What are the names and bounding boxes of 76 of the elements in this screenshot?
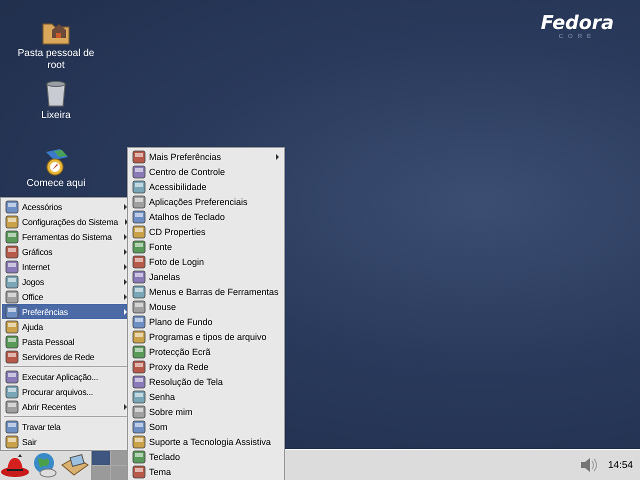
menu-item[interactable]: Tema bbox=[129, 464, 283, 479]
desktop-icon-label[interactable]: Pasta pessoal de root bbox=[8, 48, 104, 72]
menu-item[interactable]: Ajuda bbox=[2, 319, 130, 334]
app-icon bbox=[132, 164, 146, 178]
menu-item[interactable]: Executar Aplicação... bbox=[2, 369, 130, 384]
menu-item[interactable]: Servidores de Rede bbox=[2, 349, 130, 364]
menu-item[interactable]: Proxy da Rede bbox=[129, 359, 283, 374]
menu-item[interactable]: Teclado bbox=[129, 449, 283, 464]
app-icon bbox=[5, 274, 19, 288]
app-icon bbox=[132, 194, 146, 208]
app-icon bbox=[132, 210, 146, 224]
app-icon bbox=[132, 330, 146, 344]
app-icon bbox=[132, 434, 146, 448]
app-icon bbox=[5, 384, 19, 398]
app-icon bbox=[5, 244, 19, 258]
app-icon bbox=[5, 200, 19, 214]
menu-item[interactable]: Plano de Fundo bbox=[129, 314, 283, 329]
app-icon bbox=[132, 300, 146, 314]
app-icon bbox=[132, 240, 146, 254]
menu-item[interactable]: Procurar arquivos... bbox=[2, 384, 130, 399]
menu-item[interactable]: Atalhos de Teclado bbox=[129, 209, 283, 224]
app-icon bbox=[5, 304, 19, 318]
app-icon bbox=[5, 290, 19, 304]
menu-item[interactable]: Aplicações Preferenciais bbox=[129, 194, 283, 209]
app-icon bbox=[132, 150, 146, 164]
app-icon bbox=[5, 420, 19, 434]
menu-item[interactable]: Travar tela bbox=[2, 419, 130, 434]
app-icon bbox=[132, 224, 146, 238]
app-icon bbox=[5, 260, 19, 274]
menu-item[interactable]: Menus e Barras de Ferramentas bbox=[129, 284, 283, 299]
app-icon bbox=[5, 434, 19, 448]
app-icon bbox=[132, 270, 146, 284]
app-icon bbox=[132, 374, 146, 388]
menu-item[interactable]: Sair bbox=[2, 434, 130, 449]
menu-item[interactable]: Fonte bbox=[129, 239, 283, 254]
menu-item[interactable]: Senha bbox=[129, 389, 283, 404]
menu-item[interactable]: Foto de Login bbox=[129, 254, 283, 269]
app-icon bbox=[132, 344, 146, 358]
app-icon bbox=[132, 314, 146, 328]
menu-item[interactable]: Centro de Controle bbox=[129, 164, 283, 179]
app-icon bbox=[132, 360, 146, 374]
app-icon bbox=[132, 420, 146, 434]
menu-item[interactable]: Mouse bbox=[129, 299, 283, 314]
menu-item[interactable]: Resolução de Tela bbox=[129, 374, 283, 389]
app-icon bbox=[132, 254, 146, 268]
volume-icon[interactable] bbox=[578, 457, 599, 473]
fedora-logo-text: Fedora bbox=[540, 12, 614, 34]
app-icon bbox=[132, 450, 146, 464]
app-icon bbox=[5, 370, 19, 384]
app-icon bbox=[5, 320, 19, 334]
app-icon bbox=[132, 404, 146, 418]
menu-item[interactable]: Preferências bbox=[2, 304, 130, 319]
app-icon bbox=[132, 284, 146, 298]
desktop-icon-label[interactable]: Lixeira bbox=[8, 110, 104, 122]
menu-item[interactable]: Sobre mim bbox=[129, 404, 283, 419]
app-icon bbox=[5, 214, 19, 228]
workspace-switcher-cell[interactable] bbox=[92, 450, 110, 464]
menu-item[interactable]: Mais Preferências bbox=[129, 149, 283, 164]
app-icon bbox=[132, 390, 146, 404]
menu-item[interactable]: Som bbox=[129, 419, 283, 434]
app-icon bbox=[132, 464, 146, 478]
app-icon bbox=[5, 350, 19, 364]
app-icon bbox=[5, 230, 19, 244]
menu-item[interactable]: Programas e tipos de arquivo bbox=[129, 329, 283, 344]
clock-text[interactable]: 14:54 bbox=[604, 460, 636, 470]
menu-item[interactable]: Pasta Pessoal bbox=[2, 334, 130, 349]
menu-item[interactable]: Acessibilidade bbox=[129, 179, 283, 194]
app-icon bbox=[5, 400, 19, 414]
menu-item[interactable]: Protecção Ecrã bbox=[129, 344, 283, 359]
menu-item[interactable]: CD Properties bbox=[129, 224, 283, 239]
workspace-switcher-cell[interactable] bbox=[92, 466, 110, 480]
menu-item[interactable]: Janelas bbox=[129, 269, 283, 284]
desktop-icon-label[interactable]: Comece aqui bbox=[8, 178, 104, 190]
menu-item[interactable]: Suporte a Tecnologia Assistiva bbox=[129, 434, 283, 449]
app-icon bbox=[132, 180, 146, 194]
app-icon bbox=[5, 334, 19, 348]
